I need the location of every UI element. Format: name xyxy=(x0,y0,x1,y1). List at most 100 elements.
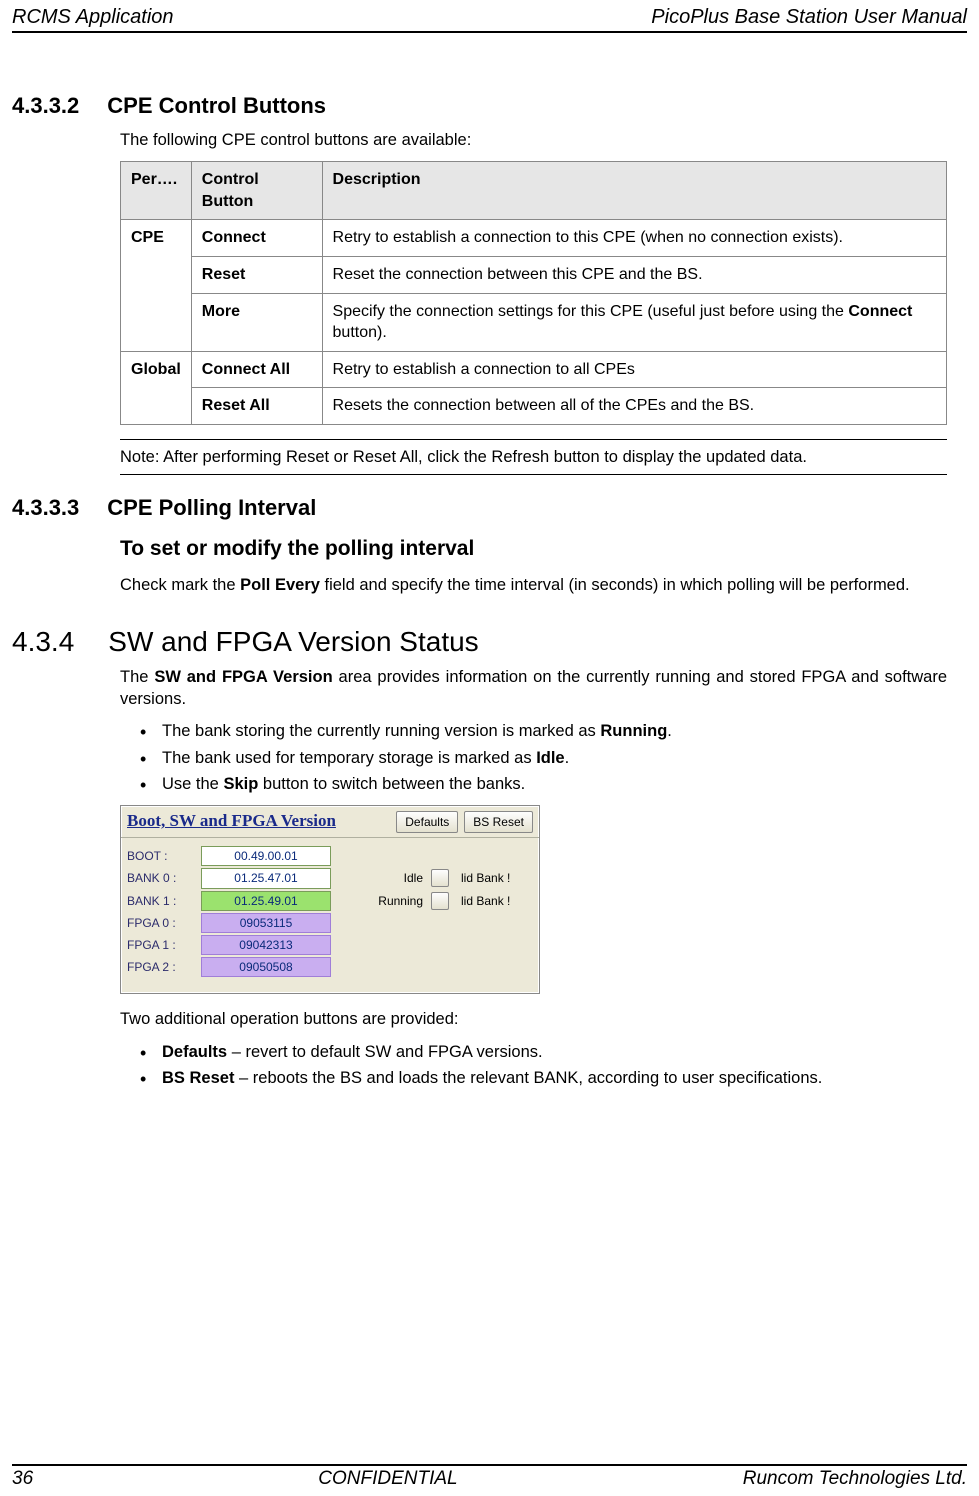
bullets-version: The bank storing the currently running v… xyxy=(120,720,947,795)
cell-desc: Retry to establish a connection to all C… xyxy=(322,351,946,388)
desc-part: button). xyxy=(333,324,387,341)
lid-bank-button[interactable] xyxy=(431,869,449,887)
heading-text: CPE Polling Interval xyxy=(107,495,316,521)
list-item: The bank used for temporary storage is m… xyxy=(140,747,947,769)
lid-bank-button[interactable] xyxy=(431,892,449,910)
li-part: – reboots the BS and loads the relevant … xyxy=(234,1069,822,1087)
panel-row-status: Running xyxy=(363,893,423,909)
header-right: PicoPlus Base Station User Manual xyxy=(651,6,967,29)
li-part: The bank storing the currently running v… xyxy=(162,722,600,740)
version-panel: Boot, SW and FPGA Version Defaults BS Re… xyxy=(120,805,540,994)
header-left: RCMS Application xyxy=(12,6,174,29)
bullets-ops: Defaults – revert to default SW and FPGA… xyxy=(120,1041,947,1090)
panel-row: FPGA 2 : 09050508 xyxy=(127,957,533,977)
panel-row-label: FPGA 2 : xyxy=(127,959,193,975)
cell-btn: Connect All xyxy=(191,351,322,388)
lid-bank-label: lid Bank ! xyxy=(461,893,510,909)
note: Note: After performing Reset or Reset Al… xyxy=(120,439,947,475)
cell-desc: Resets the connection between all of the… xyxy=(322,388,946,425)
table-row: CPE Connect Retry to establish a connect… xyxy=(121,220,947,257)
panel-row-label: FPGA 0 : xyxy=(127,915,193,931)
para-part: field and specify the time interval (in … xyxy=(320,576,910,594)
cell-btn: Connect xyxy=(191,220,322,257)
list-item: BS Reset – reboots the BS and loads the … xyxy=(140,1067,947,1089)
th-ctrl: Control Button xyxy=(191,162,322,220)
li-bold: Skip xyxy=(223,775,258,793)
panel-row-label: BANK 1 : xyxy=(127,893,193,909)
subheading: To set or modify the polling interval xyxy=(120,535,947,563)
ver-para: The SW and FPGA Version area provides in… xyxy=(120,666,947,711)
panel-row: FPGA 0 : 09053115 xyxy=(127,913,533,933)
panel-row-value: 00.49.00.01 xyxy=(201,846,331,866)
panel-row-label: BANK 0 : xyxy=(127,870,193,886)
panel-row-value: 09053115 xyxy=(201,913,331,933)
table-row: Global Connect All Retry to establish a … xyxy=(121,351,947,388)
heading-text: SW and FPGA Version Status xyxy=(108,626,478,658)
section-434-body: The SW and FPGA Version area provides in… xyxy=(120,666,947,1089)
list-item: Use the Skip button to switch between th… xyxy=(140,773,947,795)
desc-bold: Connect xyxy=(848,303,912,320)
panel-row-status: Idle xyxy=(363,870,423,886)
panel-body: BOOT :00.49.00.01BANK 0 :01.25.47.01Idle… xyxy=(121,838,539,993)
list-item: The bank storing the currently running v… xyxy=(140,720,947,742)
para-bold: Poll Every xyxy=(240,576,320,594)
heading-4333: 4.3.3.3 CPE Polling Interval xyxy=(12,495,947,521)
heading-text: CPE Control Buttons xyxy=(107,93,326,119)
heading-number: 4.3.3.2 xyxy=(12,93,79,119)
panel-row-value: 09050508 xyxy=(201,957,331,977)
panel-row-value: 01.25.49.01 xyxy=(201,891,331,911)
footer-center: CONFIDENTIAL xyxy=(318,1468,457,1490)
heading-number: 4.3.4 xyxy=(12,626,74,658)
li-part: Use the xyxy=(162,775,223,793)
panel-row-label: BOOT : xyxy=(127,848,193,864)
panel-row-value: 09042313 xyxy=(201,935,331,955)
ops-para: Two additional operation buttons are pro… xyxy=(120,1008,947,1030)
para-part: Check mark the xyxy=(120,576,240,594)
page: RCMS Application PicoPlus Base Station U… xyxy=(0,0,979,1496)
panel-row: BANK 1 : 01.25.49.01 Running lid Bank ! xyxy=(127,891,533,911)
cell-desc: Retry to establish a connection to this … xyxy=(322,220,946,257)
cell-per: Global xyxy=(121,351,192,424)
table-row: Reset Reset the connection between this … xyxy=(121,257,947,294)
footer-page-number: 36 xyxy=(12,1468,33,1490)
lid-bank-label: lid Bank ! xyxy=(461,870,510,886)
li-part: – revert to default SW and FPGA versions… xyxy=(227,1043,542,1061)
cell-per: CPE xyxy=(121,220,192,351)
page-header: RCMS Application PicoPlus Base Station U… xyxy=(12,6,967,33)
intro-para: The following CPE control buttons are av… xyxy=(120,129,947,151)
panel-row: BOOT : 00.49.00.01 xyxy=(127,846,533,866)
cell-btn: Reset All xyxy=(191,388,322,425)
panel-row: FPGA 1 : 09042313 xyxy=(127,935,533,955)
cell-btn: Reset xyxy=(191,257,322,294)
defaults-button[interactable]: Defaults xyxy=(396,811,458,833)
footer-right: Runcom Technologies Ltd. xyxy=(743,1468,967,1490)
li-bold: Running xyxy=(600,722,667,740)
list-item: Defaults – revert to default SW and FPGA… xyxy=(140,1041,947,1063)
heading-number: 4.3.3.3 xyxy=(12,495,79,521)
section-4332-body: The following CPE control buttons are av… xyxy=(120,129,947,475)
bs-reset-button[interactable]: BS Reset xyxy=(464,811,533,833)
heading-434: 4.3.4 SW and FPGA Version Status xyxy=(12,626,947,658)
th-per: Per…. xyxy=(121,162,192,220)
cell-desc: Reset the connection between this CPE an… xyxy=(322,257,946,294)
li-part: button to switch between the banks. xyxy=(258,775,525,793)
li-part: The bank used for temporary storage is m… xyxy=(162,749,536,767)
li-part: . xyxy=(667,722,672,740)
polling-para: Check mark the Poll Every field and spec… xyxy=(120,574,947,596)
table-row: More Specify the connection settings for… xyxy=(121,293,947,351)
table-header-row: Per…. Control Button Description xyxy=(121,162,947,220)
panel-title: Boot, SW and FPGA Version xyxy=(127,810,390,833)
cell-btn: More xyxy=(191,293,322,351)
page-footer: 36 CONFIDENTIAL Runcom Technologies Ltd. xyxy=(12,1464,967,1490)
body: 4.3.3.2 CPE Control Buttons The followin… xyxy=(12,33,967,1089)
desc-part: Specify the connection settings for this… xyxy=(333,303,849,320)
panel-header-buttons: Defaults BS Reset xyxy=(396,811,533,833)
panel-row-label: FPGA 1 : xyxy=(127,937,193,953)
li-bold: Idle xyxy=(536,749,564,767)
li-part: . xyxy=(565,749,570,767)
section-4333-body: To set or modify the polling interval Ch… xyxy=(120,535,947,596)
panel-row: BANK 0 :01.25.47.01Idlelid Bank ! xyxy=(127,868,533,888)
para-bold: SW and FPGA Version xyxy=(154,668,332,686)
heading-4332: 4.3.3.2 CPE Control Buttons xyxy=(12,93,947,119)
cell-desc: Specify the connection settings for this… xyxy=(322,293,946,351)
